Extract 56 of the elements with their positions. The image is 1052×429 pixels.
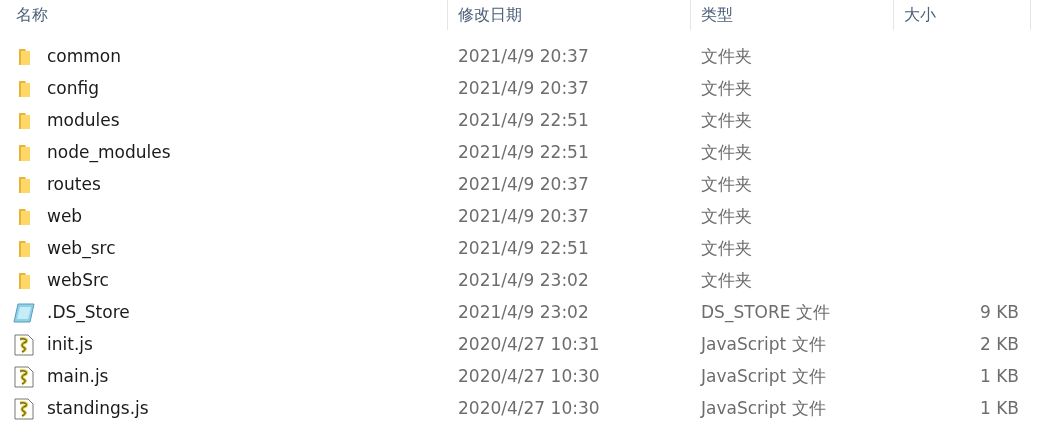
folder-icon <box>16 112 31 130</box>
folder-icon <box>16 176 31 194</box>
column-header[interactable]: 修改日期 <box>448 0 691 30</box>
file-type: JavaScript 文件 <box>699 397 827 421</box>
folder-icon <box>16 144 31 162</box>
modified-date: 2020/4/27 10:30 <box>457 397 601 421</box>
file-size: 9 KB <box>979 301 1019 325</box>
modified-date: 2021/4/9 20:37 <box>457 77 590 101</box>
file-type: 文件夹 <box>700 269 753 293</box>
file-type: JavaScript 文件 <box>699 365 827 389</box>
modified-date: 2021/4/9 20:37 <box>457 205 590 229</box>
file-type: 文件夹 <box>700 205 753 229</box>
script-file-icon <box>13 398 34 420</box>
modified-date: 2020/4/27 10:31 <box>457 333 601 357</box>
file-name[interactable]: common <box>47 44 122 70</box>
modified-date: 2021/4/9 23:02 <box>457 269 590 293</box>
file-name[interactable]: main.js <box>47 364 109 390</box>
column-header[interactable]: 大小 <box>894 0 1031 30</box>
file-name[interactable]: web_src <box>47 236 116 262</box>
modified-date: 2021/4/9 22:51 <box>457 109 590 133</box>
file-type: 文件夹 <box>700 45 753 69</box>
modified-date: 2021/4/9 22:51 <box>457 141 590 165</box>
modified-date: 2021/4/9 20:37 <box>457 173 590 197</box>
file-type: 文件夹 <box>700 237 753 261</box>
file-size: 1 KB <box>979 397 1019 421</box>
folder-icon <box>16 208 31 226</box>
modified-date: 2021/4/9 23:02 <box>457 301 590 325</box>
file-name[interactable]: .DS_Store <box>47 300 130 326</box>
file-type: 文件夹 <box>700 109 753 133</box>
notepad-icon <box>11 302 36 324</box>
file-name[interactable]: init.js <box>47 332 93 358</box>
file-type: JavaScript 文件 <box>699 333 827 357</box>
file-name[interactable]: standings.js <box>47 396 149 422</box>
script-file-icon <box>13 366 34 388</box>
file-name[interactable]: config <box>47 76 100 102</box>
file-type: DS_STORE 文件 <box>700 301 831 325</box>
file-type: 文件夹 <box>700 173 753 197</box>
file-type: 文件夹 <box>700 77 753 101</box>
modified-date: 2021/4/9 22:51 <box>457 237 590 261</box>
file-name[interactable]: node_modules <box>47 140 171 166</box>
file-name[interactable]: modules <box>47 108 120 134</box>
file-name[interactable]: routes <box>47 172 101 198</box>
modified-date: 2021/4/9 20:37 <box>457 45 590 69</box>
file-type: 文件夹 <box>700 141 753 165</box>
file-name[interactable]: web <box>47 204 83 230</box>
file-size: 2 KB <box>979 333 1019 357</box>
file-size: 1 KB <box>979 365 1019 389</box>
folder-icon <box>16 48 31 66</box>
modified-date: 2020/4/27 10:30 <box>457 365 601 389</box>
file-name[interactable]: webSrc <box>47 268 109 294</box>
folder-icon <box>16 240 31 258</box>
script-file-icon <box>13 334 34 356</box>
folder-icon <box>16 272 31 290</box>
folder-icon <box>16 80 31 98</box>
column-header[interactable]: 类型 <box>691 0 894 30</box>
column-header[interactable]: 名称 <box>0 0 448 30</box>
